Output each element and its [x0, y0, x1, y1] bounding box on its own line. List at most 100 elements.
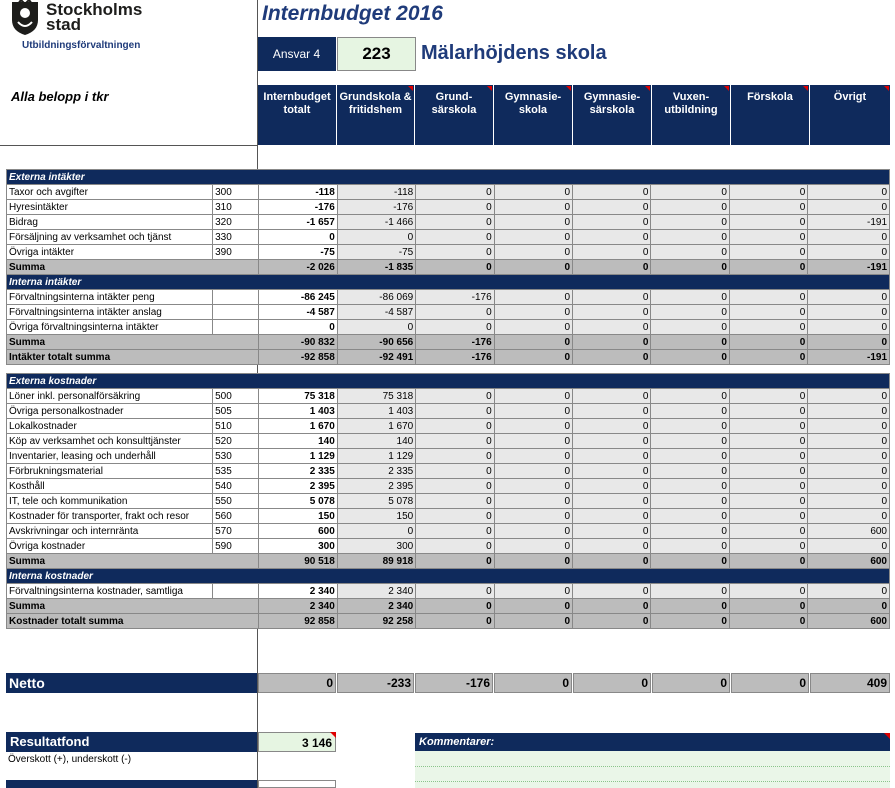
value-cell[interactable]: 0 [415, 478, 495, 494]
value-cell[interactable]: 0 [728, 418, 809, 434]
value-cell[interactable]: 0 [493, 214, 574, 230]
value-cell[interactable]: 0 [728, 403, 809, 419]
value-cell[interactable]: 0 [650, 244, 730, 260]
value-cell[interactable]: 0 [572, 508, 652, 524]
value-cell[interactable]: -75 [336, 244, 417, 260]
value-cell[interactable]: 0 [415, 493, 495, 509]
value-cell[interactable]: 0 [807, 388, 890, 404]
value-cell[interactable]: 0 [572, 304, 652, 320]
value-cell[interactable]: 0 [415, 463, 495, 479]
value-cell[interactable]: 1 670 [336, 418, 417, 434]
value-cell[interactable]: 0 [415, 508, 495, 524]
value-cell[interactable]: 0 [807, 304, 890, 320]
value-cell[interactable]: 0 [807, 463, 890, 479]
value-cell[interactable]: 0 [336, 229, 417, 245]
value-cell[interactable]: -176 [415, 289, 495, 305]
value-cell[interactable]: 0 [415, 319, 495, 335]
value-cell[interactable]: 0 [728, 304, 809, 320]
value-cell[interactable]: 1 403 [336, 403, 417, 419]
value-cell[interactable]: 0 [415, 214, 495, 230]
value-cell[interactable]: 0 [572, 403, 652, 419]
value-cell[interactable]: 0 [493, 523, 574, 539]
value-cell[interactable]: 0 [807, 493, 890, 509]
value-cell[interactable]: 0 [415, 403, 495, 419]
value-cell[interactable]: 0 [728, 388, 809, 404]
value-cell[interactable]: 0 [493, 244, 574, 260]
value-cell[interactable]: 0 [728, 214, 809, 230]
value-cell[interactable]: 0 [650, 523, 730, 539]
value-cell[interactable]: -86 069 [336, 289, 417, 305]
value-cell[interactable]: -191 [807, 214, 890, 230]
value-cell[interactable]: 0 [807, 229, 890, 245]
value-cell[interactable]: 140 [336, 433, 417, 449]
value-cell[interactable]: 0 [415, 388, 495, 404]
value-cell[interactable]: 0 [650, 463, 730, 479]
resultatfond-value[interactable]: 3 146 [258, 732, 336, 752]
value-cell[interactable]: 0 [728, 493, 809, 509]
value-cell[interactable]: 0 [728, 463, 809, 479]
value-cell[interactable]: 0 [572, 493, 652, 509]
value-cell[interactable]: 0 [493, 418, 574, 434]
value-cell[interactable]: 0 [650, 403, 730, 419]
value-cell[interactable]: 0 [336, 319, 417, 335]
value-cell[interactable]: 0 [493, 433, 574, 449]
value-cell[interactable]: 0 [650, 433, 730, 449]
value-cell[interactable]: 0 [415, 244, 495, 260]
value-cell[interactable]: 0 [650, 184, 730, 200]
value-cell[interactable]: 0 [572, 388, 652, 404]
value-cell[interactable]: 0 [650, 583, 730, 599]
value-cell[interactable]: 0 [728, 508, 809, 524]
value-cell[interactable]: 0 [572, 478, 652, 494]
value-cell[interactable]: 0 [572, 538, 652, 554]
value-cell[interactable]: 0 [650, 304, 730, 320]
value-cell[interactable]: 0 [572, 319, 652, 335]
value-cell[interactable]: 0 [572, 433, 652, 449]
value-cell[interactable]: 0 [493, 583, 574, 599]
value-cell[interactable]: 0 [650, 538, 730, 554]
value-cell[interactable]: 0 [650, 418, 730, 434]
value-cell[interactable]: 1 129 [336, 448, 417, 464]
value-cell[interactable]: 0 [650, 388, 730, 404]
value-cell[interactable]: 0 [493, 448, 574, 464]
value-cell[interactable]: 0 [728, 199, 809, 215]
value-cell[interactable]: 0 [572, 199, 652, 215]
value-cell[interactable]: 600 [807, 523, 890, 539]
value-cell[interactable]: 0 [807, 448, 890, 464]
comments-field[interactable] [415, 751, 890, 788]
value-cell[interactable]: 0 [493, 319, 574, 335]
value-cell[interactable]: 0 [728, 448, 809, 464]
value-cell[interactable]: 0 [650, 214, 730, 230]
value-cell[interactable]: 0 [572, 229, 652, 245]
value-cell[interactable]: 0 [415, 523, 495, 539]
value-cell[interactable]: -4 587 [336, 304, 417, 320]
value-cell[interactable]: 0 [650, 448, 730, 464]
value-cell[interactable]: 0 [415, 433, 495, 449]
value-cell[interactable]: 0 [572, 289, 652, 305]
value-cell[interactable]: 0 [415, 229, 495, 245]
value-cell[interactable]: 0 [807, 289, 890, 305]
value-cell[interactable]: 0 [493, 508, 574, 524]
value-cell[interactable]: 0 [650, 493, 730, 509]
value-cell[interactable]: 0 [572, 523, 652, 539]
value-cell[interactable]: 0 [415, 418, 495, 434]
value-cell[interactable]: 0 [572, 244, 652, 260]
value-cell[interactable]: 300 [336, 538, 417, 554]
value-cell[interactable]: 75 318 [336, 388, 417, 404]
value-cell[interactable]: 0 [493, 493, 574, 509]
value-cell[interactable]: 0 [807, 538, 890, 554]
value-cell[interactable]: 0 [415, 538, 495, 554]
value-cell[interactable]: 0 [493, 403, 574, 419]
value-cell[interactable]: 0 [650, 508, 730, 524]
value-cell[interactable]: 0 [415, 304, 495, 320]
value-cell[interactable]: 0 [807, 583, 890, 599]
value-cell[interactable]: -176 [336, 199, 417, 215]
value-cell[interactable]: -118 [336, 184, 417, 200]
value-cell[interactable]: 0 [493, 463, 574, 479]
value-cell[interactable]: 0 [415, 184, 495, 200]
value-cell[interactable]: 0 [572, 583, 652, 599]
value-cell[interactable]: 150 [336, 508, 417, 524]
value-cell[interactable]: 0 [807, 184, 890, 200]
value-cell[interactable]: 0 [493, 289, 574, 305]
value-cell[interactable]: 0 [336, 523, 417, 539]
value-cell[interactable]: 0 [728, 478, 809, 494]
